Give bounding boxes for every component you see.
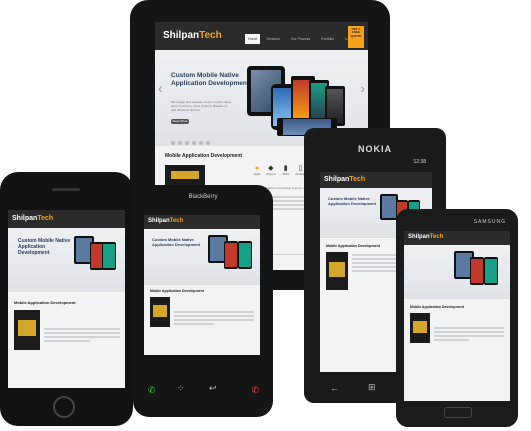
menu-icon[interactable]: ⁘	[177, 383, 185, 394]
app-thumbnail	[14, 310, 40, 350]
home-button[interactable]	[444, 407, 472, 418]
nokia-time: 12:38	[413, 159, 426, 165]
app-thumbnail	[326, 252, 348, 290]
read-more-button[interactable]: Read More	[171, 119, 189, 124]
site-logo[interactable]: ShilpanTech	[324, 176, 365, 183]
apps-icon[interactable]: ● Apps	[251, 165, 263, 176]
samsung-device: SAMSUNG ShilpanTech Mobile Application D…	[396, 209, 518, 427]
end-call-icon[interactable]: ✆	[251, 385, 259, 396]
free-quote-badge[interactable]: GET A FREE QUOTE	[348, 26, 364, 48]
section-title: Mobile Application Development	[165, 153, 243, 159]
apple-icon[interactable]: ◆ iPhone	[264, 164, 278, 176]
back-icon[interactable]: ↩	[209, 383, 217, 394]
samsung-screen: ShilpanTech Mobile Application Developme…	[404, 231, 510, 401]
site-header: ShilpanTech Home Services Our Process Po…	[155, 22, 368, 50]
hero-title: Custom Mobile Native Application Develop…	[171, 72, 250, 87]
back-icon[interactable]: ←	[330, 383, 339, 393]
site-logo[interactable]: ShilpanTech	[408, 234, 443, 240]
hero-title: Custom Mobile Native Application Develop…	[152, 237, 201, 247]
site-logo[interactable]: ShilpanTech	[12, 215, 53, 222]
hero-text: We design and develop custom mobile nati…	[171, 100, 232, 112]
app-thumbnail	[410, 313, 430, 343]
iphone-screen: ShilpanTech Custom Mobile Native Applica…	[8, 210, 125, 388]
nav-process[interactable]: Our Process	[286, 37, 315, 41]
chevron-right-icon[interactable]: ›	[360, 80, 365, 96]
iphone-device: ShilpanTech Custom Mobile Native Applica…	[0, 172, 133, 426]
section-title: Mobile Application Development	[14, 300, 76, 305]
call-icon[interactable]: ✆	[148, 385, 156, 396]
blackberry-screen: ShilpanTech Custom Mobile Native Applica…	[144, 215, 260, 355]
earpiece	[52, 188, 80, 191]
blackberry-device: BlackBerry ShilpanTech Custom Mobile Nat…	[133, 185, 273, 417]
app-thumbnail	[165, 165, 205, 187]
nav-home[interactable]: Home	[245, 34, 261, 44]
section-title: Mobile Application Development	[326, 244, 380, 248]
nokia-brand-label: NOKIA	[358, 144, 392, 154]
slider-dots[interactable]	[171, 132, 213, 150]
blackberry-brand-label: BlackBerry	[188, 194, 218, 200]
app-thumbnail	[150, 297, 170, 327]
chevron-left-icon[interactable]: ‹	[158, 80, 163, 96]
nav-services[interactable]: Services	[261, 37, 284, 41]
samsung-brand-label: SAMSUNG	[473, 219, 506, 225]
home-button[interactable]	[53, 396, 75, 418]
hero-title: Custom Mobile Native Application Develop…	[18, 238, 71, 256]
windows-icon[interactable]: ⊞	[368, 382, 376, 393]
site-logo[interactable]: ShilpanTech	[148, 218, 183, 224]
site-logo[interactable]: ShilpanTech	[163, 30, 222, 41]
section-title: Mobile Application Development	[410, 305, 464, 309]
hero-title: Custom Mobile Native Application Develop…	[328, 196, 377, 206]
ipad-icon[interactable]: ▮ iPad	[279, 164, 293, 176]
section-title: Mobile Application Development	[150, 289, 204, 293]
nav-portfolio[interactable]: Portfolio	[316, 37, 339, 41]
